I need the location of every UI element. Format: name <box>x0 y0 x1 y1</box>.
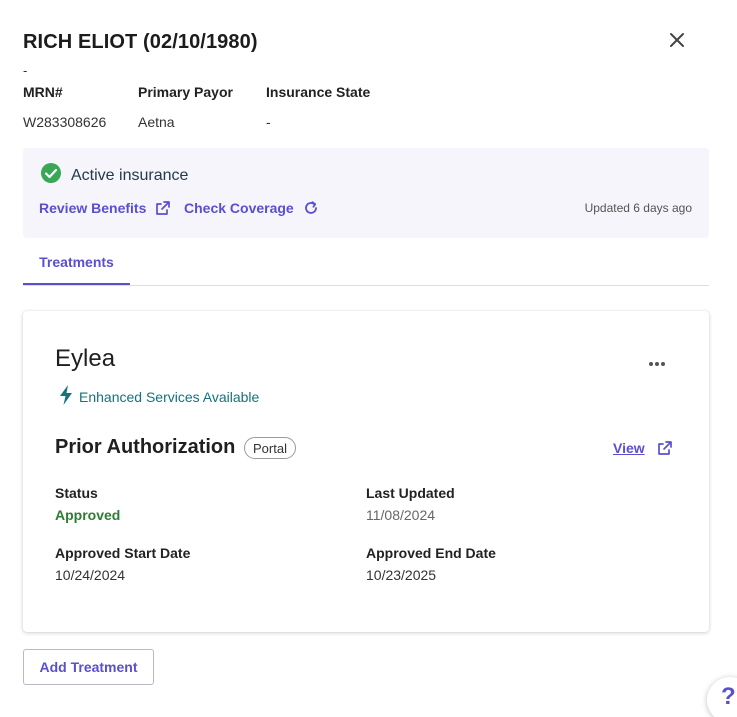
external-link-icon <box>155 200 171 216</box>
active-insurance-row: Active insurance <box>40 162 188 189</box>
add-treatment-button[interactable]: Add Treatment <box>23 649 154 685</box>
patient-detail-panel: RICH ELIOT (02/10/1980) - MRN# Primary P… <box>0 0 737 717</box>
more-horizontal-icon <box>648 354 666 372</box>
approved-end-date-value: 10/23/2025 <box>366 567 437 583</box>
mrn-value: W283308626 <box>23 114 107 130</box>
primary-payor-value: Aetna <box>138 114 175 130</box>
prior-authorization-title: Prior Authorization <box>55 436 236 458</box>
check-circle-icon <box>40 162 62 189</box>
help-button[interactable]: ? <box>707 677 737 717</box>
last-updated-value: 11/08/2024 <box>366 507 436 523</box>
help-icon: ? <box>721 683 736 710</box>
insurance-status-text: Active insurance <box>71 166 189 184</box>
close-icon <box>669 32 685 53</box>
view-label: View <box>613 440 645 456</box>
refresh-icon <box>303 200 319 216</box>
approved-start-date-label: Approved Start Date <box>55 545 191 561</box>
patient-title: RICH ELIOT (02/10/1980) <box>23 31 258 53</box>
enhanced-services: Enhanced Services Available <box>59 385 259 408</box>
lightning-bolt-icon <box>59 385 73 408</box>
check-coverage-link[interactable]: Check Coverage <box>184 200 319 216</box>
insurance-state-label: Insurance State <box>266 84 371 100</box>
tab-treatments[interactable]: Treatments <box>23 240 130 285</box>
review-benefits-label: Review Benefits <box>39 200 147 216</box>
insurance-state-value: - <box>266 114 271 130</box>
check-coverage-label: Check Coverage <box>184 200 294 216</box>
approved-start-date-value: 10/24/2024 <box>55 567 126 583</box>
more-options-button[interactable] <box>643 353 671 373</box>
tab-divider <box>23 285 709 286</box>
status-value: Approved <box>55 507 121 523</box>
review-benefits-link[interactable]: Review Benefits <box>39 200 171 216</box>
treatment-card: Eylea Enhanced Services Available Prior … <box>23 311 709 632</box>
insurance-updated-text: Updated 6 days ago <box>584 201 692 215</box>
title-subtext: - <box>23 63 28 78</box>
last-updated-label: Last Updated <box>366 485 455 501</box>
external-link-icon <box>657 440 673 456</box>
close-button[interactable] <box>664 29 690 55</box>
enhanced-services-text: Enhanced Services Available <box>79 388 260 405</box>
approved-end-date-label: Approved End Date <box>366 545 496 561</box>
insurance-status-panel: Active insurance Review Benefits Check C… <box>23 148 709 238</box>
view-link[interactable]: View <box>613 440 673 456</box>
primary-payor-label: Primary Payor <box>138 84 233 100</box>
drug-name: Eylea <box>55 345 116 372</box>
mrn-label: MRN# <box>23 84 63 100</box>
portal-chip: Portal <box>244 437 296 459</box>
status-label: Status <box>55 485 98 501</box>
